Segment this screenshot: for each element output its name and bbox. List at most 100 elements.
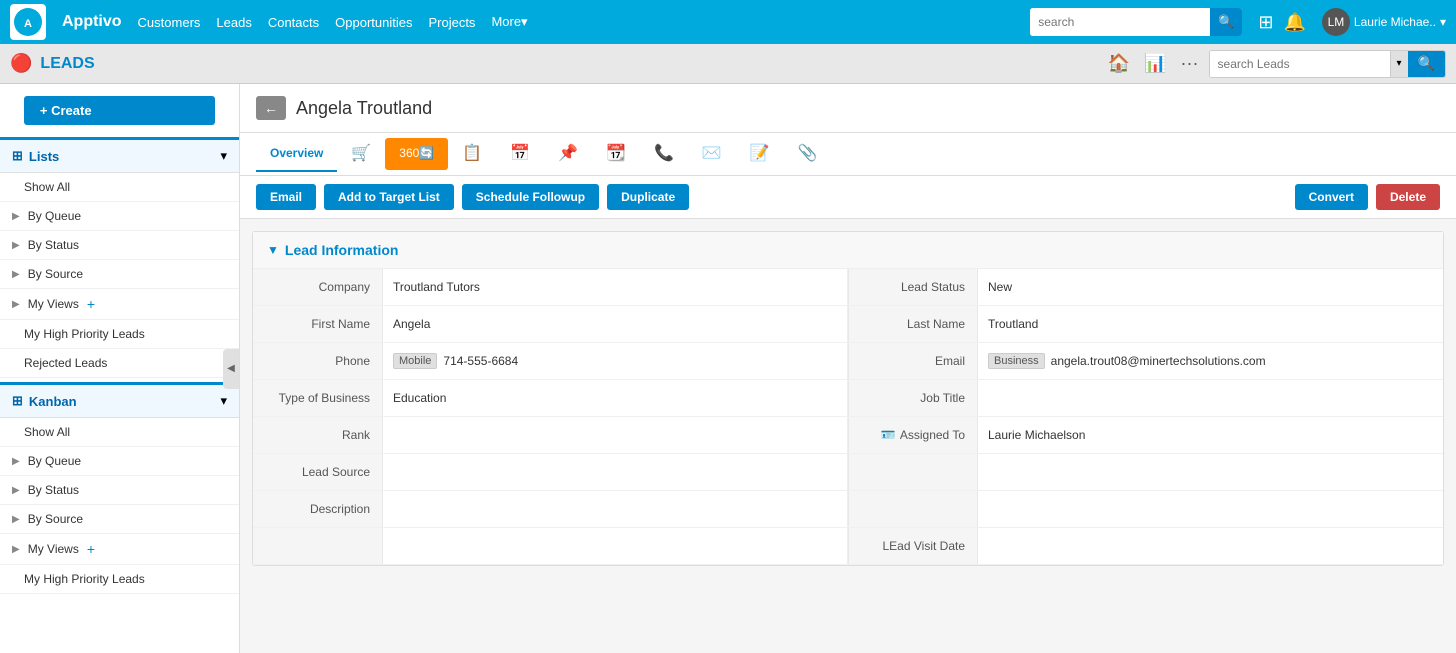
tab-phone[interactable]: 📞 <box>640 133 688 175</box>
row-company: Company Troutland Tutors Lead Status New <box>253 269 1443 306</box>
delete-button[interactable]: Delete <box>1376 184 1440 210</box>
visit-left-label <box>253 528 383 564</box>
top-nav: A Apptivo Customers Leads Contacts Oppor… <box>0 0 1456 44</box>
lists-by-queue-label: By Queue <box>28 209 81 223</box>
tab-360[interactable]: 360🔄 <box>385 138 448 170</box>
create-button[interactable]: + Create <box>24 96 215 125</box>
row-visit-date: LEad Visit Date <box>253 528 1443 565</box>
lead-status-label: Lead Status <box>848 269 978 305</box>
lists-by-status[interactable]: ▶ By Status <box>0 231 239 260</box>
visit-left-value <box>383 528 847 564</box>
assigned-label: 🪪 Assigned To <box>848 417 978 453</box>
arrow-icon: ▶ <box>12 456 20 467</box>
tab-note[interactable]: 📝 <box>736 133 784 175</box>
lead-info-title: Lead Information <box>285 242 399 258</box>
app-logo: A <box>10 4 46 40</box>
row-rank-assigned: Rank 🪪 Assigned To Laurie Michaelson <box>253 417 1443 454</box>
tabs-bar: Overview 🛒 360🔄 📋 📅 📌 📆 📞 <box>240 133 1456 176</box>
user-name: Laurie Michae.. <box>1354 15 1436 29</box>
kanban-by-source-label: By Source <box>28 512 83 526</box>
duplicate-button[interactable]: Duplicate <box>607 184 689 210</box>
leads-search-input[interactable] <box>1210 51 1390 77</box>
email-button[interactable]: Email <box>256 184 316 210</box>
source-label: Lead Source <box>253 454 383 490</box>
action-bar: Email Add to Target List Schedule Follow… <box>240 176 1456 219</box>
nav-customers[interactable]: Customers <box>138 15 201 30</box>
more-options-btn[interactable]: ··· <box>1177 49 1203 78</box>
global-search-input[interactable] <box>1030 8 1210 36</box>
chart-view-btn[interactable]: 📊 <box>1140 49 1170 78</box>
bell-icon[interactable]: 🔔 <box>1284 12 1306 33</box>
lastname-value: Troutland <box>978 306 1443 342</box>
email-label: Email <box>848 343 978 379</box>
kanban-by-status-label: By Status <box>28 483 79 497</box>
kanban-my-high-priority[interactable]: My High Priority Leads <box>0 565 239 594</box>
business-value: Education <box>383 380 847 416</box>
company-value: Troutland Tutors <box>383 269 847 305</box>
arrow-icon: ▶ <box>12 544 20 555</box>
grid-icon-lists: ⊞ <box>12 148 23 164</box>
user-menu[interactable]: LM Laurie Michae.. ▾ <box>1322 8 1446 36</box>
business-label: Type of Business <box>253 380 383 416</box>
lists-by-source[interactable]: ▶ By Source <box>0 260 239 289</box>
lists-rejected-leads[interactable]: Rejected Leads <box>0 349 239 378</box>
grid-icon[interactable]: ⊞ <box>1258 12 1273 33</box>
tab-email[interactable]: ✉️ <box>688 133 736 175</box>
source-col: Lead Source <box>253 454 848 490</box>
add-to-target-button[interactable]: Add to Target List <box>324 184 454 210</box>
lists-my-views[interactable]: ▶ My Views + <box>0 289 239 320</box>
kanban-my-views[interactable]: ▶ My Views + <box>0 534 239 565</box>
form-container: Company Troutland Tutors Lead Status New… <box>253 269 1443 565</box>
leads-search-button[interactable]: 🔍 <box>1408 51 1445 77</box>
kanban-section-header[interactable]: ⊞ Kanban ▾ <box>0 385 239 418</box>
tab-attach[interactable]: 📎 <box>784 133 832 175</box>
global-search-button[interactable]: 🔍 <box>1210 8 1242 36</box>
sidebar-collapse-handle[interactable]: ◀ <box>223 349 239 389</box>
empty-label2 <box>848 491 978 527</box>
kanban-show-all[interactable]: Show All <box>0 418 239 447</box>
source-right-col <box>848 454 1443 490</box>
phone-icon: 📞 <box>654 143 674 163</box>
assigned-col: 🪪 Assigned To Laurie Michaelson <box>848 417 1443 453</box>
lead-info-section: ▼ Lead Information Company Troutland Tut… <box>252 231 1444 566</box>
arrow-icon: ▶ <box>12 299 20 310</box>
lists-show-all[interactable]: Show All <box>0 173 239 202</box>
tab-overview[interactable]: Overview <box>256 136 337 172</box>
lists-by-queue[interactable]: ▶ By Queue <box>0 202 239 231</box>
rank-col: Rank <box>253 417 848 453</box>
lists-my-high-priority[interactable]: My High Priority Leads <box>0 320 239 349</box>
app-name: Apptivo <box>62 13 122 31</box>
attach-icon: 📎 <box>798 143 818 163</box>
tab-calendar[interactable]: 📅 <box>496 133 544 175</box>
convert-button[interactable]: Convert <box>1295 184 1368 210</box>
lists-section: ⊞ Lists ▾ Show All ▶ By Queue ▶ By Statu… <box>0 137 239 378</box>
schedule-followup-button[interactable]: Schedule Followup <box>462 184 599 210</box>
global-search: 🔍 <box>1030 8 1242 36</box>
lead-status-value: New <box>978 269 1443 305</box>
lead-status-col: Lead Status New <box>848 269 1443 305</box>
firstname-label: First Name <box>253 306 383 342</box>
nav-leads[interactable]: Leads <box>216 15 251 30</box>
row-description: Description <box>253 491 1443 528</box>
kanban-by-source[interactable]: ▶ By Source <box>0 505 239 534</box>
arrow-icon: ▶ <box>12 514 20 525</box>
lists-collapse-icon: ▾ <box>220 148 227 164</box>
nav-opportunities[interactable]: Opportunities <box>335 15 412 30</box>
leads-search-dropdown[interactable]: ▾ <box>1390 51 1408 77</box>
nav-more[interactable]: More▾ <box>491 14 527 30</box>
back-button[interactable]: ← <box>256 96 286 120</box>
nav-contacts[interactable]: Contacts <box>268 15 319 30</box>
home-view-btn[interactable]: 🏠 <box>1104 49 1134 78</box>
tab-cart[interactable]: 🛒 <box>337 133 385 175</box>
kanban-by-status[interactable]: ▶ By Status <box>0 476 239 505</box>
lists-section-header[interactable]: ⊞ Lists ▾ <box>0 140 239 173</box>
visit-left-col <box>253 528 848 564</box>
tab-pin[interactable]: 📌 <box>544 133 592 175</box>
nav-icons: ⊞ 🔔 <box>1258 12 1306 33</box>
visit-date-label: LEad Visit Date <box>848 528 978 564</box>
tab-report[interactable]: 📋 <box>448 133 496 175</box>
kanban-by-queue[interactable]: ▶ By Queue <box>0 447 239 476</box>
section-collapse-icon[interactable]: ▼ <box>267 243 279 257</box>
nav-projects[interactable]: Projects <box>428 15 475 30</box>
tab-schedule[interactable]: 📆 <box>592 133 640 175</box>
